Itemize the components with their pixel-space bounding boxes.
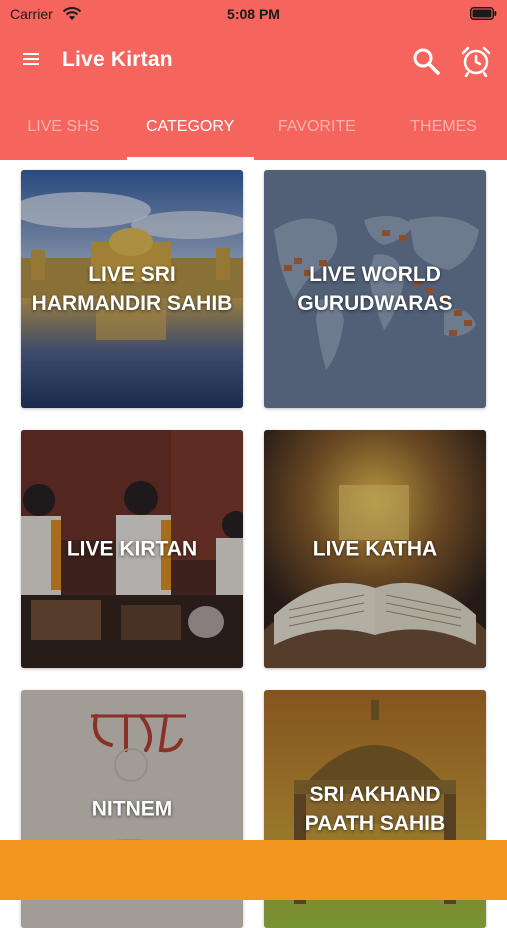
category-label: LIVE SRI HARMANDIR SAHIB [31,263,233,315]
battery-icon [470,7,497,23]
category-card-live-kirtan[interactable]: LIVE KIRTAN [21,430,243,668]
category-card-live-katha[interactable]: LIVE KATHA [264,430,486,668]
app-bar: Live Kirtan [0,30,507,94]
status-bar: Carrier 5:08 PM [0,0,507,30]
tab-themes[interactable]: THEMES [380,94,507,160]
category-card-world-gurudwaras[interactable]: LIVE WORLD GURUDWARAS [264,170,486,408]
app-title: Live Kirtan [62,48,173,71]
tab-favorite[interactable]: FAVORITE [254,94,381,160]
category-label: SRI AKHAND PAATH SAHIB [304,783,446,835]
search-icon[interactable] [411,46,441,81]
bottom-ad-banner[interactable] [0,840,507,900]
category-label: LIVE WORLD GURUDWARAS [297,263,453,315]
category-label: LIVE KIRTAN [66,537,198,561]
menu-icon[interactable] [21,50,41,73]
status-time: 5:08 PM [227,6,280,22]
category-grid: LIVE SRI HARMANDIR SAHIB LIVE WORLD GURU… [0,160,507,928]
tab-bar: LIVE SHS CATEGORY FAVORITE THEMES [0,94,507,160]
alarm-clock-icon[interactable] [460,45,492,82]
category-card-harmandir-sahib[interactable]: LIVE SRI HARMANDIR SAHIB [21,170,243,408]
tab-category[interactable]: CATEGORY [126,94,254,160]
category-label: NITNEM [91,797,173,821]
category-label: LIVE KATHA [312,537,438,561]
tab-live-shs[interactable]: LIVE SHS [0,94,127,160]
